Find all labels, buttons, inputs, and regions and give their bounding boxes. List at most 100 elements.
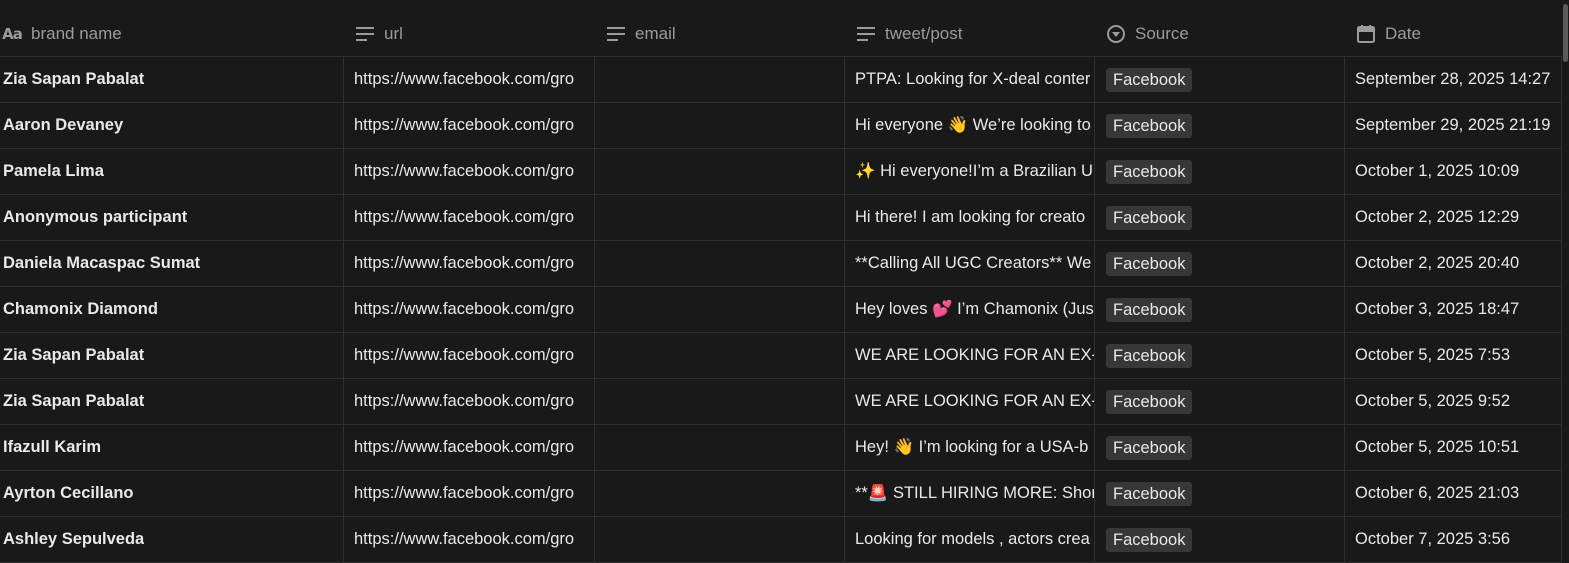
column-header-source[interactable]: Source <box>1095 12 1345 56</box>
brand-name-cell-text: Aaron Devaney <box>3 116 124 134</box>
source-cell[interactable]: Facebook <box>1095 149 1345 194</box>
tweet-post-cell[interactable]: **Calling All UGC Creators** We <box>845 241 1095 286</box>
url-cell[interactable]: https://www.facebook.com/gro <box>344 57 595 102</box>
table-row[interactable]: Daniela Macaspac Sumat https://www.facebo… <box>0 241 1562 287</box>
date-cell-text: October 3, 2025 18:47 <box>1355 300 1520 318</box>
date-cell[interactable]: September 28, 2025 14:27 <box>1345 57 1562 102</box>
table-row[interactable]: Ashley Sepulveda https://www.facebook.com… <box>0 517 1562 563</box>
date-cell-text: October 6, 2025 21:03 <box>1355 484 1520 502</box>
tweet-post-cell[interactable]: Hey! 👋 I’m looking for a USA-b <box>845 425 1095 470</box>
date-cell[interactable]: October 7, 2025 3:56 <box>1345 517 1562 562</box>
source-cell[interactable]: Facebook <box>1095 241 1345 286</box>
brand-name-cell[interactable]: Zia Sapan Pabalat <box>0 57 344 102</box>
url-cell[interactable]: https://www.facebook.com/gro <box>344 379 595 424</box>
email-cell[interactable] <box>595 287 845 332</box>
brand-name-cell[interactable]: Pamela Lima <box>0 149 344 194</box>
url-cell[interactable]: https://www.facebook.com/gro <box>344 195 595 240</box>
tweet-post-cell-text: **🚨 STILL HIRING MORE: Short <box>855 484 1094 502</box>
table-row[interactable]: Ifazull Karim https://www.facebook.com/gr… <box>0 425 1562 471</box>
source-cell[interactable]: Facebook <box>1095 103 1345 148</box>
email-cell[interactable] <box>595 517 845 562</box>
brand-name-cell[interactable]: Zia Sapan Pabalat <box>0 379 344 424</box>
brand-name-cell-text: Ashley Sepulveda <box>3 530 145 548</box>
source-cell[interactable]: Facebook <box>1095 57 1345 102</box>
date-cell[interactable]: October 2, 2025 20:40 <box>1345 241 1562 286</box>
url-cell[interactable]: https://www.facebook.com/gro <box>344 425 595 470</box>
email-cell[interactable] <box>595 471 845 516</box>
url-cell[interactable]: https://www.facebook.com/gro <box>344 471 595 516</box>
email-cell[interactable] <box>595 57 845 102</box>
source-cell[interactable]: Facebook <box>1095 287 1345 332</box>
email-cell[interactable] <box>595 379 845 424</box>
brand-name-cell-text: Ifazull Karim <box>3 438 102 456</box>
url-cell[interactable]: https://www.facebook.com/gro <box>344 333 595 378</box>
column-header-email[interactable]: email <box>595 12 845 56</box>
email-cell[interactable] <box>595 425 845 470</box>
brand-name-cell[interactable]: Chamonix Diamond <box>0 287 344 332</box>
tweet-post-cell[interactable]: Hi everyone 👋 We’re looking to <box>845 103 1095 148</box>
email-cell[interactable] <box>595 195 845 240</box>
table-row[interactable]: Ayrton Cecillano https://www.facebook.com… <box>0 471 1562 517</box>
url-cell[interactable]: https://www.facebook.com/gro <box>344 241 595 286</box>
table-row[interactable]: Anonymous participant https://www.faceboo… <box>0 195 1562 241</box>
table-row[interactable]: Pamela Lima https://www.facebook.com/gro ✨… <box>0 149 1562 195</box>
date-cell[interactable]: October 1, 2025 10:09 <box>1345 149 1562 194</box>
brand-name-cell[interactable]: Daniela Macaspac Sumat <box>0 241 344 286</box>
column-header-tweet-post[interactable]: tweet/post <box>845 12 1095 56</box>
date-cell[interactable]: October 2, 2025 12:29 <box>1345 195 1562 240</box>
url-cell[interactable]: https://www.facebook.com/gro <box>344 149 595 194</box>
table-row[interactable]: Aaron Devaney https://www.facebook.com/gr… <box>0 103 1562 149</box>
tweet-post-cell[interactable]: Hi there! I am looking for creato <box>845 195 1095 240</box>
table-row[interactable]: Zia Sapan Pabalat https://www.facebook.co… <box>0 379 1562 425</box>
brand-name-cell[interactable]: Ashley Sepulveda <box>0 517 344 562</box>
email-cell[interactable] <box>595 103 845 148</box>
source-cell[interactable]: Facebook <box>1095 195 1345 240</box>
table-row[interactable]: Zia Sapan Pabalat https://www.facebook.co… <box>0 333 1562 379</box>
tweet-post-cell-text: ✨ Hi everyone!I’m a Brazilian U <box>855 162 1093 180</box>
tweet-post-cell[interactable]: **🚨 STILL HIRING MORE: Short <box>845 471 1095 516</box>
calendar-icon <box>1355 23 1377 45</box>
email-cell[interactable] <box>595 333 845 378</box>
column-header-label: tweet/post <box>885 24 963 43</box>
brand-name-cell-text: Ayrton Cecillano <box>3 484 134 502</box>
email-cell[interactable] <box>595 149 845 194</box>
column-header-url[interactable]: url <box>344 12 595 56</box>
date-cell[interactable]: October 5, 2025 10:51 <box>1345 425 1562 470</box>
brand-name-cell[interactable]: Ifazull Karim <box>0 425 344 470</box>
column-header-brand-name[interactable]: Aa brand name <box>0 12 344 56</box>
email-cell[interactable] <box>595 241 845 286</box>
date-cell[interactable]: October 6, 2025 21:03 <box>1345 471 1562 516</box>
tweet-post-cell[interactable]: Hey loves 💕 I’m Chamonix (Jus <box>845 287 1095 332</box>
source-cell[interactable]: Facebook <box>1095 333 1345 378</box>
brand-name-cell[interactable]: Aaron Devaney <box>0 103 344 148</box>
text-property-icon: Aa <box>2 25 23 43</box>
brand-name-cell-text: Zia Sapan Pabalat <box>3 392 145 410</box>
vertical-scrollbar[interactable] <box>1562 0 1569 561</box>
source-cell[interactable]: Facebook <box>1095 471 1345 516</box>
tweet-post-cell[interactable]: Looking for models , actors crea <box>845 517 1095 562</box>
url-cell[interactable]: https://www.facebook.com/gro <box>344 517 595 562</box>
brand-name-cell[interactable]: Zia Sapan Pabalat <box>0 333 344 378</box>
source-tag: Facebook <box>1106 389 1193 414</box>
date-cell[interactable]: October 5, 2025 9:52 <box>1345 379 1562 424</box>
source-cell[interactable]: Facebook <box>1095 379 1345 424</box>
tweet-post-cell-text: **Calling All UGC Creators** We <box>855 254 1092 272</box>
tweet-post-cell[interactable]: PTPA: Looking for X-deal conter <box>845 57 1095 102</box>
table-row[interactable]: Zia Sapan Pabalat https://www.facebook.co… <box>0 57 1562 103</box>
tweet-post-cell[interactable]: WE ARE LOOKING FOR AN EX-D <box>845 333 1095 378</box>
column-header-date[interactable]: Date <box>1345 12 1562 56</box>
tweet-post-cell[interactable]: WE ARE LOOKING FOR AN EX-D <box>845 379 1095 424</box>
date-cell[interactable]: October 3, 2025 18:47 <box>1345 287 1562 332</box>
source-cell[interactable]: Facebook <box>1095 425 1345 470</box>
tweet-post-cell[interactable]: ✨ Hi everyone!I’m a Brazilian U <box>845 149 1095 194</box>
date-cell[interactable]: September 29, 2025 21:19 <box>1345 103 1562 148</box>
source-cell[interactable]: Facebook <box>1095 517 1345 562</box>
url-cell[interactable]: https://www.facebook.com/gro <box>344 103 595 148</box>
brand-name-cell[interactable]: Anonymous participant <box>0 195 344 240</box>
brand-name-cell[interactable]: Ayrton Cecillano <box>0 471 344 516</box>
url-cell-text: https://www.facebook.com/gro <box>354 70 575 88</box>
url-cell[interactable]: https://www.facebook.com/gro <box>344 287 595 332</box>
table-row[interactable]: Chamonix Diamond https://www.facebook.com… <box>0 287 1562 333</box>
scrollbar-thumb[interactable] <box>1563 4 1568 62</box>
date-cell[interactable]: October 5, 2025 7:53 <box>1345 333 1562 378</box>
